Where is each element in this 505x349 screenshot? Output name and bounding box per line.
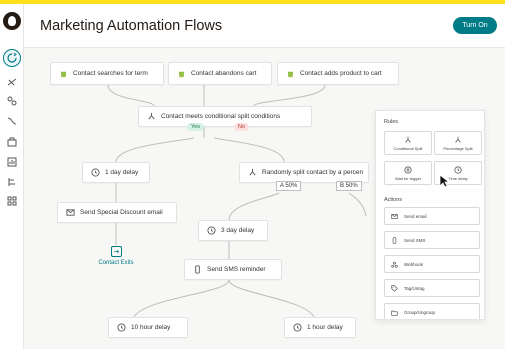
group-icon xyxy=(391,310,398,316)
node-label: 1 hour delay xyxy=(307,324,343,331)
journey-nav-icon[interactable] xyxy=(5,114,19,128)
analytics-nav-icon[interactable] xyxy=(5,155,19,169)
split-icon xyxy=(455,136,461,143)
tag-icon xyxy=(391,284,398,292)
split-icon xyxy=(405,136,411,143)
node-label: Contact adds product to cart xyxy=(300,70,382,77)
webhook-action[interactable]: Webhook xyxy=(384,255,480,273)
send-email-action[interactable]: Send email xyxy=(384,207,480,225)
page-title: Marketing Automation Flows xyxy=(40,18,223,34)
node-label: 1 day delay xyxy=(105,169,139,176)
trigger-abandon-cart-node[interactable]: Contact abandons cart xyxy=(168,62,272,85)
turn-on-button[interactable]: Turn On xyxy=(453,17,497,34)
send-sms-node[interactable]: Send SMS reminder xyxy=(184,259,282,280)
split-icon xyxy=(249,168,256,176)
action-label: Send SMS xyxy=(404,237,426,243)
delay-3-day-node[interactable]: 3 day delay xyxy=(198,220,268,241)
percentage-split-rule[interactable]: Percentage Split xyxy=(434,131,482,155)
left-rail xyxy=(0,4,24,349)
audience-nav-icon[interactable] xyxy=(5,94,19,108)
tag-untag-action[interactable]: Tag/Untag xyxy=(384,279,480,297)
clock-icon xyxy=(293,323,302,332)
node-label: Contact abandons cart xyxy=(191,70,257,77)
email-icon xyxy=(391,213,398,219)
automation-nav-icon[interactable] xyxy=(3,49,21,67)
page-header: Marketing Automation Flows Turn On xyxy=(24,4,505,48)
delay-1-hour-node[interactable]: 1 hour delay xyxy=(284,317,356,338)
phone-icon xyxy=(195,265,200,274)
shopify-bag-icon xyxy=(60,71,67,78)
rules-heading: Rules xyxy=(384,119,399,125)
clock-icon xyxy=(91,168,100,177)
mailchimp-logo-icon[interactable] xyxy=(3,12,21,30)
node-label: Contact searches for term xyxy=(73,70,148,77)
action-label: Tag/Untag xyxy=(404,285,425,291)
trigger-search-term-node[interactable]: Contact searches for term xyxy=(50,62,164,85)
node-label: 3 day delay xyxy=(221,227,255,234)
send-sms-action[interactable]: Send SMS xyxy=(384,231,480,249)
node-label: Send SMS reminder xyxy=(207,266,266,273)
group-ungroup-action[interactable]: Group/Ungroup xyxy=(384,303,480,319)
campaign-nav-icon[interactable] xyxy=(5,75,19,89)
actions-heading: Actions xyxy=(384,197,403,203)
mouse-cursor-icon xyxy=(439,174,451,188)
action-label: Webhook xyxy=(404,261,423,267)
wait-icon xyxy=(404,165,412,174)
clock-icon xyxy=(454,165,462,174)
random-split-node[interactable]: Randomly split contact by a percen xyxy=(239,162,369,183)
exit-icon xyxy=(111,246,122,257)
split-b-badge: B 50% xyxy=(336,181,362,191)
split-a-badge: A 50% xyxy=(276,181,302,191)
node-label: Send Special Discount email xyxy=(80,209,163,216)
contact-exits-label: Contact Exits xyxy=(98,260,134,266)
delay-10-hour-node[interactable]: 10 hour delay xyxy=(108,317,188,338)
rule-label: Percentage Split xyxy=(443,145,473,151)
action-label: Send email xyxy=(404,213,427,219)
node-label: 10 hour delay xyxy=(131,324,171,331)
shopify-bag-icon xyxy=(287,71,294,78)
node-label: Randomly split contact by a percen xyxy=(262,169,364,176)
wait-for-trigger-rule[interactable]: Wait for trigger xyxy=(384,161,432,185)
delay-1-day-node[interactable]: 1 day delay xyxy=(82,162,150,183)
conditional-split-rule[interactable]: Conditional Split xyxy=(384,131,432,155)
trigger-add-product-node[interactable]: Contact adds product to cart xyxy=(277,62,399,85)
rule-label: Time delay xyxy=(448,175,468,181)
website-nav-icon[interactable] xyxy=(5,175,19,189)
rule-label: Conditional Split xyxy=(393,145,423,151)
shopify-bag-icon xyxy=(178,71,185,78)
node-label: Contact meets conditional split conditio… xyxy=(161,113,281,120)
conditional-split-node[interactable]: Contact meets conditional split conditio… xyxy=(138,106,312,127)
yes-branch-badge: Yes xyxy=(187,123,204,131)
webhook-icon xyxy=(391,261,398,268)
no-branch-badge: No xyxy=(234,123,250,131)
integrations-nav-icon[interactable] xyxy=(5,194,19,208)
rule-label: Wait for trigger xyxy=(394,175,422,181)
action-label: Group/Ungroup xyxy=(404,309,436,315)
clock-icon xyxy=(207,226,216,235)
email-icon xyxy=(66,209,75,216)
phone-icon xyxy=(392,236,397,244)
rules-actions-panel: Rules Conditional Split Percentage Split… xyxy=(375,110,485,320)
split-icon xyxy=(148,112,155,120)
clock-icon xyxy=(117,323,126,332)
content-nav-icon[interactable] xyxy=(5,135,19,149)
send-email-node[interactable]: Send Special Discount email xyxy=(57,202,177,223)
